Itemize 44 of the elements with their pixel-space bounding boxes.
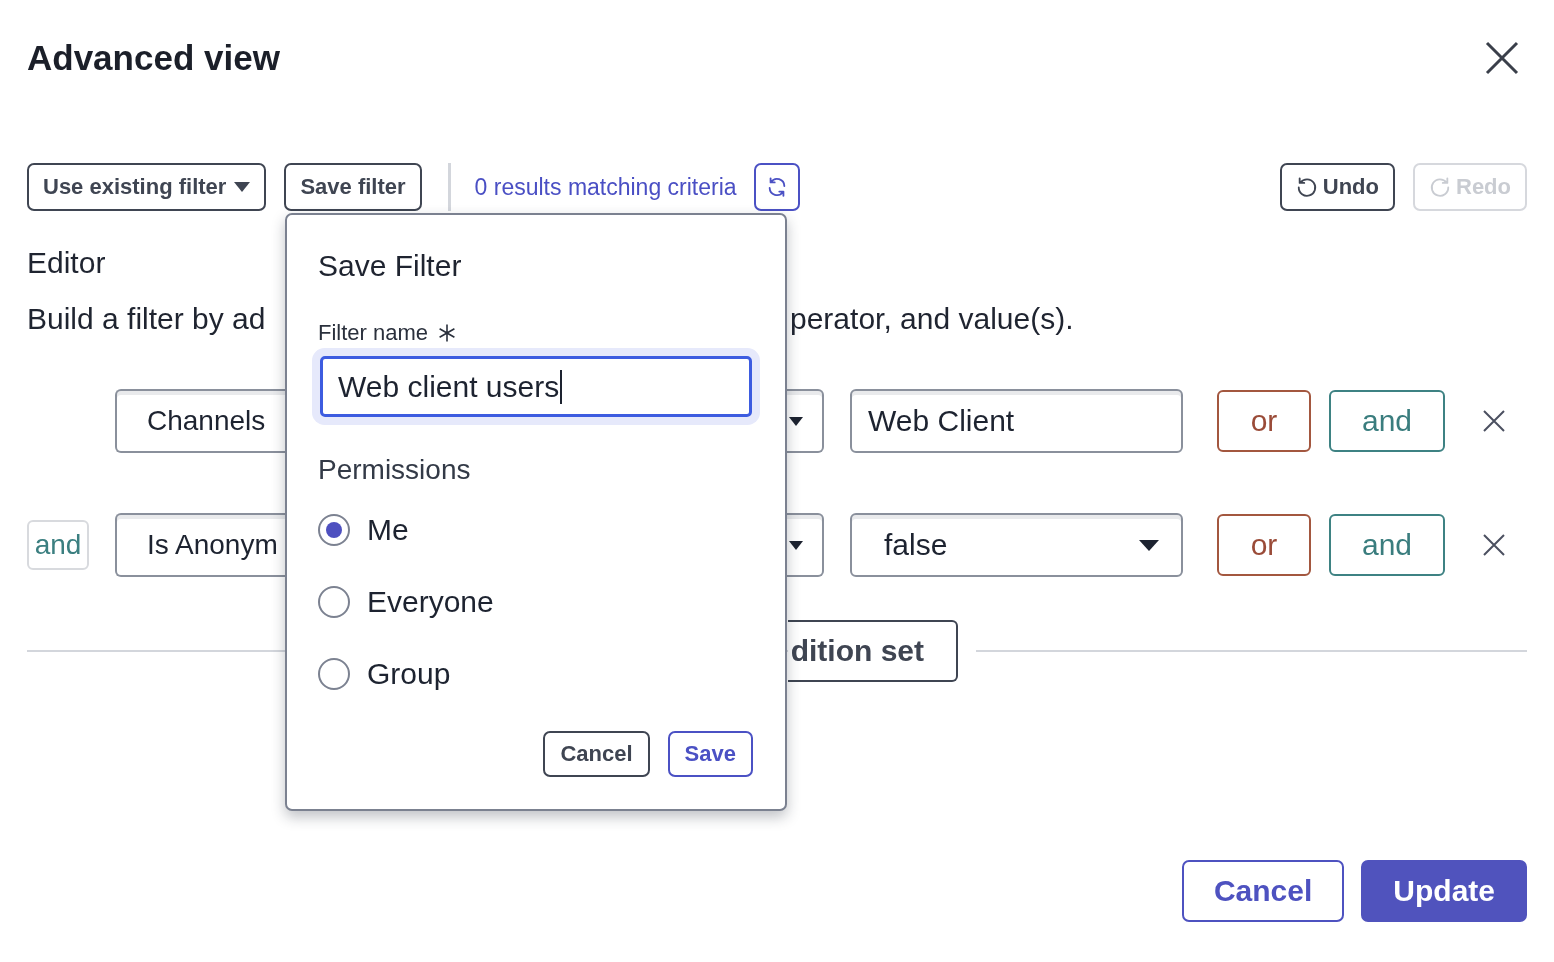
cancel-button[interactable]: Cancel — [1181, 860, 1345, 922]
cross-icon — [1483, 410, 1505, 432]
caret-icon — [1139, 539, 1159, 551]
remove-button[interactable] — [1483, 534, 1505, 556]
remove-button[interactable] — [1483, 410, 1505, 432]
and-button[interactable]: and — [1329, 514, 1445, 576]
popover-title: Save Filter — [318, 248, 462, 284]
save-filter-button[interactable]: Save filter — [284, 163, 422, 211]
close-icon — [1485, 41, 1519, 75]
field-select[interactable]: Channels — [115, 389, 285, 453]
dropdown-select[interactable] — [787, 389, 824, 453]
use-existing-filter-button[interactable]: Use existing filter — [27, 163, 267, 211]
cross-icon — [1483, 534, 1505, 556]
dropdown-select[interactable] — [787, 513, 824, 577]
field-label: Filter name — [318, 319, 429, 347]
dialog-title: Advanced view — [27, 37, 280, 79]
value-input[interactable]: Web Client — [850, 389, 1183, 453]
or-button[interactable]: or — [1217, 390, 1311, 452]
radio-option[interactable]: Group — [318, 654, 451, 694]
field-select[interactable]: Is Anonym — [115, 513, 285, 577]
undo-icon — [1295, 176, 1318, 198]
text-cursor-icon — [560, 369, 563, 404]
permissions-label: Permissions — [318, 453, 471, 487]
redo-icon — [1429, 176, 1451, 198]
refresh-button[interactable] — [753, 163, 800, 211]
condition-set-button[interactable]: dition set — [787, 620, 958, 682]
results-link[interactable]: 0 results matching criteria — [474, 173, 737, 201]
radio-option[interactable]: Everyone — [318, 582, 494, 622]
update-button[interactable]: Update — [1361, 860, 1527, 922]
and-button[interactable]: and — [1329, 390, 1445, 452]
close-button[interactable] — [1485, 41, 1519, 75]
caret-icon — [789, 540, 803, 550]
value-select[interactable]: false — [850, 513, 1183, 577]
conjunction-label: and — [27, 520, 89, 570]
caret-icon — [789, 416, 803, 426]
undo-button[interactable]: Undo — [1279, 163, 1395, 211]
description-text: perator, and value(s). — [790, 301, 1074, 337]
editor-heading: Editor — [27, 245, 106, 281]
save-button[interactable]: Save — [667, 731, 753, 777]
cancel-button[interactable]: Cancel — [543, 731, 650, 777]
description-text: Build a filter by ad — [27, 301, 266, 337]
radio-option[interactable]: Me — [318, 510, 409, 550]
or-button[interactable]: or — [1217, 514, 1311, 576]
caret-icon — [234, 182, 251, 192]
